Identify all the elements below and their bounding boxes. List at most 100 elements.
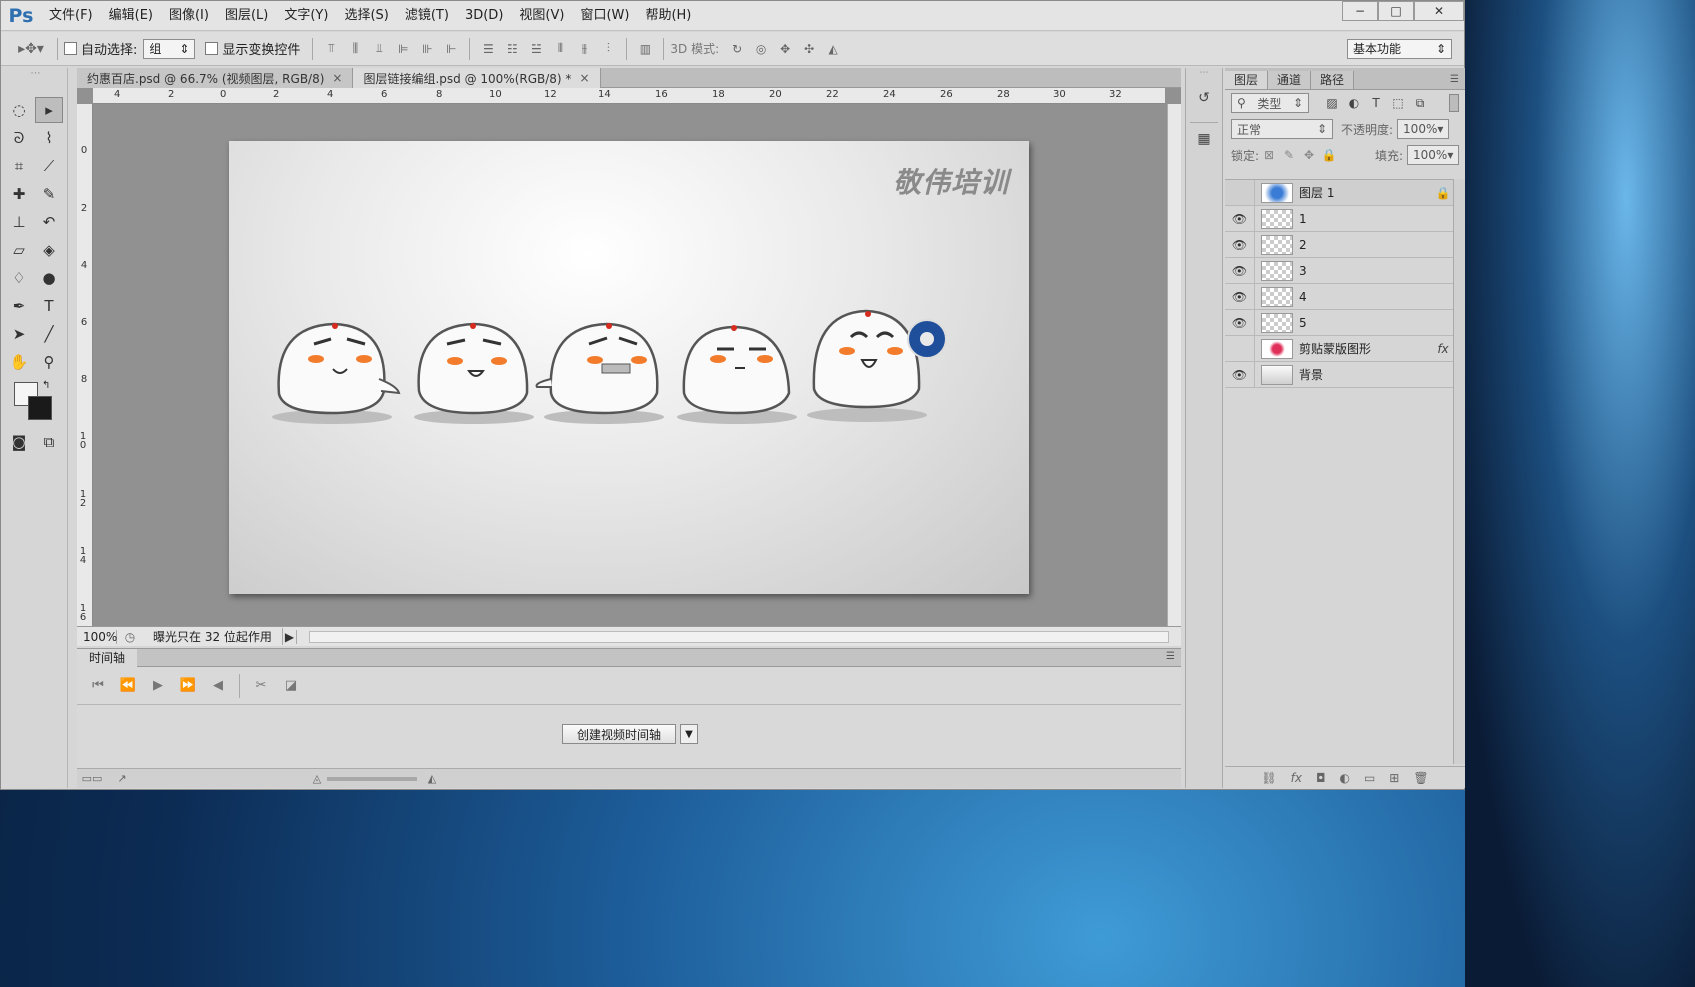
pen-tool-icon[interactable]: ✒	[5, 293, 33, 319]
distribute-right-icon[interactable]: ⫶	[599, 41, 617, 57]
fill-input[interactable]: 100% ▾	[1407, 145, 1459, 165]
filter-type-dropdown[interactable]: ⚲ 类型 ⇕	[1231, 93, 1309, 113]
menu-window[interactable]: 窗口(W)	[572, 1, 637, 31]
visibility-toggle[interactable]	[1225, 335, 1255, 362]
toolbox-grip[interactable]: ⋯	[4, 68, 67, 96]
blur-tool-icon[interactable]: ♢	[5, 265, 33, 291]
paint-bucket-icon[interactable]: ◈	[35, 237, 63, 263]
align-right-icon[interactable]: ⊩	[442, 41, 460, 57]
tab-layers[interactable]: 图层	[1225, 71, 1269, 89]
move-tool-icon[interactable]: ▸	[35, 97, 63, 123]
align-vcenter-icon[interactable]: ⫼	[346, 41, 364, 57]
filter-pixel-icon[interactable]: ▨	[1321, 96, 1343, 110]
prev-frame-icon[interactable]: ⏪	[113, 678, 143, 693]
lasso-tool-icon[interactable]: ᘐ	[5, 125, 33, 151]
menu-file[interactable]: 文件(F)	[41, 1, 101, 31]
tab-channels[interactable]: 通道	[1268, 71, 1312, 89]
3d-pan-icon[interactable]: ✥	[776, 41, 794, 57]
panel-menu-icon[interactable]: ☰	[1450, 71, 1459, 89]
brush-tool-icon[interactable]: ✎	[35, 181, 63, 207]
maximize-button[interactable]: □	[1378, 1, 1414, 21]
zoom-out-icon[interactable]: ◬	[307, 772, 327, 785]
line-tool-icon[interactable]: ╱	[35, 321, 63, 347]
layer-row[interactable]: 👁 4	[1225, 283, 1453, 310]
crop-tool-icon[interactable]: ⌗	[5, 153, 33, 179]
eyedropper-tool-icon[interactable]: ⟋	[35, 153, 63, 179]
dodge-tool-icon[interactable]: ●	[35, 265, 63, 291]
status-menu-arrow-icon[interactable]: ▶	[283, 629, 297, 644]
distribute-top-icon[interactable]: ☰	[479, 41, 497, 57]
menu-3d[interactable]: 3D(D)	[457, 1, 511, 31]
eye-icon[interactable]: 👁	[1225, 283, 1255, 310]
frame-mode-icon[interactable]: ▭▭	[77, 772, 107, 785]
layer-row[interactable]: 👁 5	[1225, 309, 1453, 336]
add-mask-icon[interactable]: ◘	[1316, 771, 1326, 785]
align-left-icon[interactable]: ⊫	[394, 41, 412, 57]
eraser-tool-icon[interactable]: ▱	[5, 237, 33, 263]
swap-colors-icon[interactable]: ↰	[42, 380, 50, 391]
quick-mask-icon[interactable]: ◙	[5, 429, 33, 455]
filter-type-icon[interactable]: T	[1365, 96, 1387, 110]
layer-row[interactable]: 👁 背景	[1225, 361, 1453, 388]
close-tab-icon[interactable]: ×	[332, 71, 342, 85]
layer-style-icon[interactable]: fx	[1291, 771, 1302, 785]
blend-mode-dropdown[interactable]: 正常 ⇕	[1231, 119, 1333, 139]
3d-rotate-icon[interactable]: ↻	[728, 41, 746, 57]
3d-roll-icon[interactable]: ◎	[752, 41, 770, 57]
distribute-bottom-icon[interactable]: ☱	[527, 41, 545, 57]
align-top-icon[interactable]: ⫪	[322, 41, 340, 57]
layer-row[interactable]: 剪贴蒙版图形 fx	[1225, 335, 1453, 362]
menu-help[interactable]: 帮助(H)	[637, 1, 699, 31]
panel-menu-icon[interactable]: ☰	[1166, 651, 1175, 662]
align-bottom-icon[interactable]: ⫫	[370, 41, 388, 57]
show-transform-checkbox[interactable]	[205, 42, 219, 55]
align-hcenter-icon[interactable]: ⊪	[418, 41, 436, 57]
create-video-timeline-button[interactable]: 创建视频时间轴	[562, 724, 676, 744]
next-frame-icon[interactable]: ⏩	[173, 678, 203, 693]
eye-icon[interactable]: 👁	[1225, 205, 1255, 232]
audio-icon[interactable]: ◀	[203, 678, 233, 693]
zoom-tool-icon[interactable]: ⚲	[35, 349, 63, 375]
path-select-icon[interactable]: ➤	[5, 321, 33, 347]
filter-shape-icon[interactable]: ⬚	[1387, 96, 1409, 110]
status-info-icon[interactable]: ◷	[117, 630, 143, 644]
minimize-button[interactable]: −	[1342, 1, 1378, 21]
3d-scale-icon[interactable]: ◭	[824, 41, 842, 57]
filter-smart-icon[interactable]: ⧉	[1409, 96, 1431, 111]
auto-align-icon[interactable]: ▥	[636, 41, 654, 57]
tab-paths[interactable]: 路径	[1311, 71, 1355, 89]
split-icon[interactable]: ✂	[246, 678, 276, 693]
eye-icon[interactable]: 👁	[1225, 361, 1255, 388]
timeline-tab[interactable]: 时间轴	[77, 648, 138, 667]
transition-icon[interactable]: ◪	[276, 678, 306, 693]
horizontal-scrollbar[interactable]	[309, 630, 1169, 643]
delete-layer-icon[interactable]: 🗑	[1413, 771, 1428, 785]
layers-scrollbar[interactable]	[1453, 179, 1465, 764]
move-tool-preset-icon[interactable]: ▸✥▾	[14, 41, 48, 57]
distribute-vcenter-icon[interactable]: ☷	[503, 41, 521, 57]
layer-row[interactable]: 图层 1 🔒	[1225, 179, 1453, 206]
fx-icon[interactable]: fx	[1433, 342, 1453, 356]
zoom-slider[interactable]	[327, 776, 417, 781]
zoom-level[interactable]: 100%	[77, 629, 117, 644]
lock-all-icon[interactable]: 🔒	[1319, 148, 1339, 162]
filter-adjustment-icon[interactable]: ◐	[1343, 96, 1365, 110]
filter-toggle[interactable]	[1449, 94, 1459, 112]
distribute-hcenter-icon[interactable]: ⫵	[575, 41, 593, 57]
lock-transparent-icon[interactable]: ⊠	[1259, 148, 1279, 162]
adjustment-layer-icon[interactable]: ◐	[1339, 771, 1349, 785]
menu-layer[interactable]: 图层(L)	[217, 1, 276, 31]
properties-panel-icon[interactable]: ▦	[1192, 131, 1216, 155]
menu-image[interactable]: 图像(I)	[161, 1, 217, 31]
document-canvas[interactable]: 敬伟培训	[229, 141, 1029, 594]
eye-icon[interactable]: 👁	[1225, 231, 1255, 258]
auto-select-dropdown[interactable]: 组 ⇕	[143, 38, 196, 59]
3d-slide-icon[interactable]: ✣	[800, 41, 818, 57]
link-layers-icon[interactable]: ⛓	[1261, 771, 1276, 785]
close-button[interactable]: ✕	[1414, 1, 1464, 21]
eye-icon[interactable]: 👁	[1225, 257, 1255, 284]
type-tool-icon[interactable]: T	[35, 293, 63, 319]
quick-select-tool-icon[interactable]: ⌇	[35, 125, 63, 151]
layer-row[interactable]: 👁 3	[1225, 257, 1453, 284]
first-frame-icon[interactable]: ⏮	[83, 678, 113, 693]
